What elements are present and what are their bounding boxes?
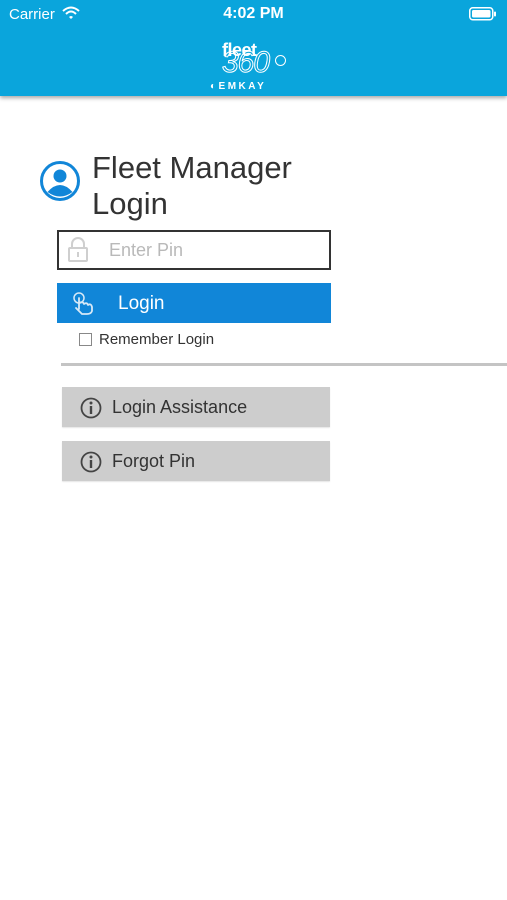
logo-ring-icon (275, 55, 286, 66)
page-title: Fleet Manager Login (92, 150, 292, 221)
info-icon (80, 451, 102, 478)
remember-checkbox[interactable] (79, 333, 92, 346)
logo-brand-text: EMKAY (218, 81, 267, 92)
divider (61, 363, 507, 366)
forgot-pin-button[interactable]: Forgot Pin (62, 441, 330, 481)
info-icon (80, 397, 102, 424)
login-assistance-button[interactable]: Login Assistance (62, 387, 330, 427)
forgot-pin-label: Forgot Pin (112, 451, 196, 471)
fleet360-logo: 360 fleet ◐EMKAY (208, 40, 300, 94)
app-header: Carrier 4:02 PM 360 fleet ◐EMKAY (0, 0, 507, 96)
touch-icon (71, 291, 103, 320)
login-button-label: Login (118, 293, 165, 314)
login-assistance-label: Login Assistance (112, 397, 248, 417)
pin-field[interactable] (57, 230, 331, 270)
logo-brand-mark-icon: ◐ (210, 81, 219, 92)
logo-brand: ◐EMKAY (210, 81, 266, 92)
battery-icon (469, 7, 497, 26)
user-icon (40, 161, 80, 201)
lock-icon (67, 237, 89, 268)
pin-input[interactable] (109, 232, 319, 268)
login-button[interactable]: Login (57, 283, 331, 323)
remember-label: Remember Login (99, 331, 215, 348)
logo-fleet: fleet (222, 40, 257, 60)
status-bar: Carrier 4:02 PM (0, 0, 507, 28)
status-time: 4:02 PM (223, 5, 284, 22)
